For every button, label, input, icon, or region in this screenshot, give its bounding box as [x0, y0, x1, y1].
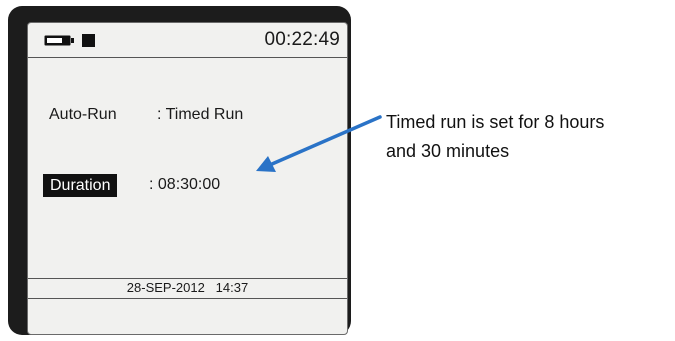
auto-run-value: : Timed Run — [157, 106, 244, 123]
battery-icon — [44, 35, 74, 46]
duration-label-selected[interactable]: Duration — [43, 174, 118, 197]
footer-datetime: 28-SEP-2012 14:37 — [126, 280, 249, 295]
annotation-line-2: and 30 minutes — [386, 141, 510, 161]
auto-run-label: Auto-Run — [49, 106, 117, 123]
footer-divider-bottom — [28, 298, 347, 299]
status-bar: 00:22:49 — [28, 23, 347, 58]
device-screen: 00:22:49 Auto-Run : Timed Run Duration :… — [27, 22, 348, 335]
footer-divider-top — [28, 278, 347, 279]
device-frame: 00:22:49 Auto-Run : Timed Run Duration :… — [8, 6, 351, 335]
annotation-text: Timed run is set for 8 hours and 30 minu… — [386, 108, 674, 166]
duration-value: : 08:30:00 — [149, 176, 221, 193]
clock: 00:22:49 — [264, 29, 340, 50]
annotation-line-1: Timed run is set for 8 hours — [386, 112, 605, 132]
memory-square-icon — [82, 34, 95, 47]
